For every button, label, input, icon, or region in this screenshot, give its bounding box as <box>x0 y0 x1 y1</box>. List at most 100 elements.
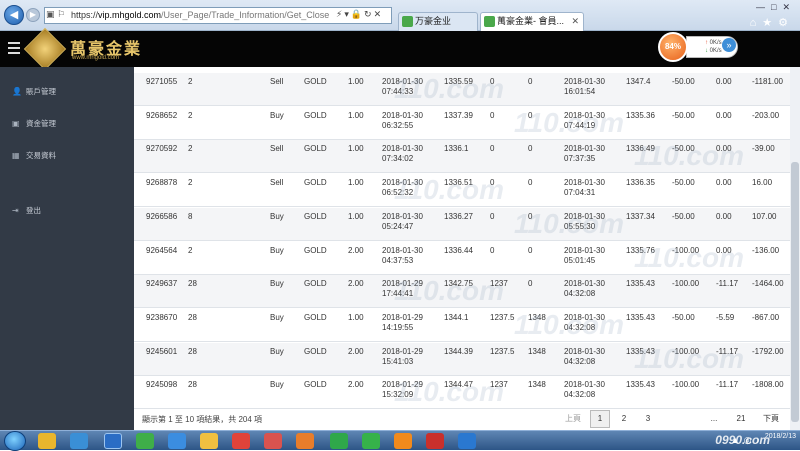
close-price-cell: 1336.49 <box>626 144 655 154</box>
close-datetime: 2018-01-30 04:32:08 <box>564 347 605 367</box>
open-datetime: 2018-01-30 07:44:33 <box>382 77 423 97</box>
lock-icon[interactable]: ⚡▾🔒↻✕ <box>336 9 383 20</box>
next-page-button[interactable]: 下頁 <box>758 410 784 428</box>
close-time: 07:37:35 <box>564 154 596 164</box>
speed-ball[interactable]: 84% <box>658 32 688 62</box>
app-icon[interactable] <box>136 433 154 449</box>
forward-button[interactable]: ▶ <box>26 8 40 22</box>
user-icon: 👤 <box>12 87 22 96</box>
app-icon[interactable] <box>426 433 444 449</box>
acct-cell: 28 <box>188 279 197 289</box>
pagination-ellipsis: ... <box>710 414 718 423</box>
sidebar-item-trading[interactable]: ▦ 交易資料 <box>12 149 56 163</box>
close-datetime: 2018-01-30 07:37:35 <box>564 144 605 164</box>
table-row: 9266586 8 Buy GOLD 1.00 2018-01-30 05:24:47 133… <box>134 207 790 241</box>
open-price-cell: 1336.51 <box>444 178 473 188</box>
close-datetime: 2018-01-30 04:32:08 <box>564 380 605 400</box>
menu-icon[interactable] <box>8 42 20 54</box>
open-date: 2018-01-29 <box>382 312 423 322</box>
open-time: 17:44:41 <box>382 289 414 299</box>
firefox-icon[interactable] <box>296 433 314 449</box>
open-datetime: 2018-01-29 14:19:55 <box>382 313 423 333</box>
app-icon[interactable] <box>38 433 56 449</box>
open-price-cell: 1335.59 <box>444 77 473 86</box>
wechat-icon[interactable] <box>330 433 348 449</box>
folder-icon[interactable] <box>200 433 218 449</box>
close-date: 2018-01-30 <box>564 380 605 390</box>
download-arrow-icon: ↓ <box>705 48 708 54</box>
sl-cell: 1237.5 <box>490 346 515 356</box>
acct-cell: 2 <box>188 110 193 120</box>
browser-app-icon[interactable] <box>104 433 122 449</box>
open-price-cell: 1336.44 <box>444 245 473 255</box>
taobao-icon[interactable] <box>394 433 412 449</box>
app-icon[interactable] <box>168 433 186 449</box>
page-2-button[interactable]: 2 <box>614 410 634 428</box>
sl-cell: 0 <box>490 211 495 221</box>
acct-cell: 8 <box>188 211 193 221</box>
tp-cell: 0 <box>528 245 533 255</box>
window-controls[interactable]: —□✕ <box>756 2 796 13</box>
order-cell: 9264564 <box>146 245 178 255</box>
app-icon[interactable] <box>70 433 88 449</box>
close-price-cell: 1335.43 <box>626 346 655 356</box>
page-last-button[interactable]: 21 <box>730 410 752 428</box>
close-datetime: 2018-01-30 07:04:31 <box>564 178 605 198</box>
close-time: 05:55:30 <box>564 221 596 231</box>
clock[interactable]: 2018/2/13 <box>765 433 796 441</box>
profit-cell: -39.00 <box>752 144 775 154</box>
page-1-button[interactable]: 1 <box>590 410 610 428</box>
player-icon[interactable] <box>362 433 380 449</box>
open-datetime: 2018-01-30 05:24:47 <box>382 212 423 232</box>
acct-cell: 28 <box>188 380 197 390</box>
open-time: 07:44:33 <box>382 87 414 96</box>
close-time: 05:01:45 <box>564 255 596 265</box>
table-row: 9268652 2 Buy GOLD 1.00 2018-01-30 06:32:55 133… <box>134 107 790 140</box>
back-button[interactable]: ◀ <box>4 5 24 25</box>
scrollbar-thumb[interactable] <box>791 162 799 422</box>
tp-cell: 0 <box>528 77 533 86</box>
tp-cell: 0 <box>528 110 533 120</box>
sl-cell: 1237.5 <box>490 312 515 322</box>
close-time: 16:01:54 <box>564 87 596 96</box>
type-cell: Buy <box>270 279 284 289</box>
tp-cell: 0 <box>528 211 533 221</box>
sidebar-item-account[interactable]: 👤 賬戶管理 <box>12 85 56 99</box>
money-icon: ▣ <box>12 119 20 128</box>
tab-2-active[interactable]: 萬豪金業- 會員... ✕ <box>480 12 584 31</box>
type-cell: Sell <box>270 77 284 86</box>
lots-cell: 1.00 <box>348 110 364 120</box>
accelerate-icon[interactable]: » <box>722 38 736 52</box>
open-price-cell: 1336.27 <box>444 211 473 221</box>
symbol-cell: GOLD <box>304 110 327 120</box>
profit-cell: -867.00 <box>752 312 780 322</box>
tp-cell: 0 <box>528 279 533 289</box>
order-cell: 9266586 <box>146 211 178 221</box>
close-time: 04:32:08 <box>564 356 596 366</box>
prev-page-button[interactable]: 上頁 <box>560 410 586 428</box>
commission-cell: -50.00 <box>672 211 695 221</box>
media-icon[interactable] <box>232 433 250 449</box>
sidebar: 👤 賬戶管理 ▣ 資金管理 ▦ 交易資料 ⇥ 登出 <box>0 67 134 430</box>
close-tab-icon[interactable]: ✕ <box>571 13 579 30</box>
symbol-cell: GOLD <box>304 380 327 390</box>
lots-cell: 2.00 <box>348 346 364 356</box>
home-icon[interactable]: ⌂★⚙ <box>750 16 794 29</box>
start-button[interactable] <box>4 431 26 451</box>
page-3-button[interactable]: 3 <box>638 410 658 428</box>
tp-cell: 0 <box>528 144 533 154</box>
site-favicon-icon <box>484 16 495 27</box>
windows-taskbar: ▲◎♪ 0990.com 2018/2/13 <box>0 430 800 451</box>
acct-cell: 2 <box>188 245 193 255</box>
sidebar-item-logout[interactable]: ⇥ 登出 <box>12 204 41 218</box>
app-icon[interactable] <box>458 433 476 449</box>
page-scrollbar[interactable] <box>790 67 800 430</box>
open-datetime: 2018-01-30 06:52:32 <box>382 178 423 198</box>
close-time: 07:04:31 <box>564 188 596 198</box>
tab-1[interactable]: 万豪金业 <box>398 12 478 31</box>
profit-cell: -203.00 <box>752 110 780 120</box>
sidebar-item-funds[interactable]: ▣ 資金管理 <box>12 117 56 131</box>
commission-cell: -100.00 <box>672 279 700 289</box>
sidebar-item-label: 登出 <box>26 206 41 215</box>
app-icon[interactable] <box>264 433 282 449</box>
